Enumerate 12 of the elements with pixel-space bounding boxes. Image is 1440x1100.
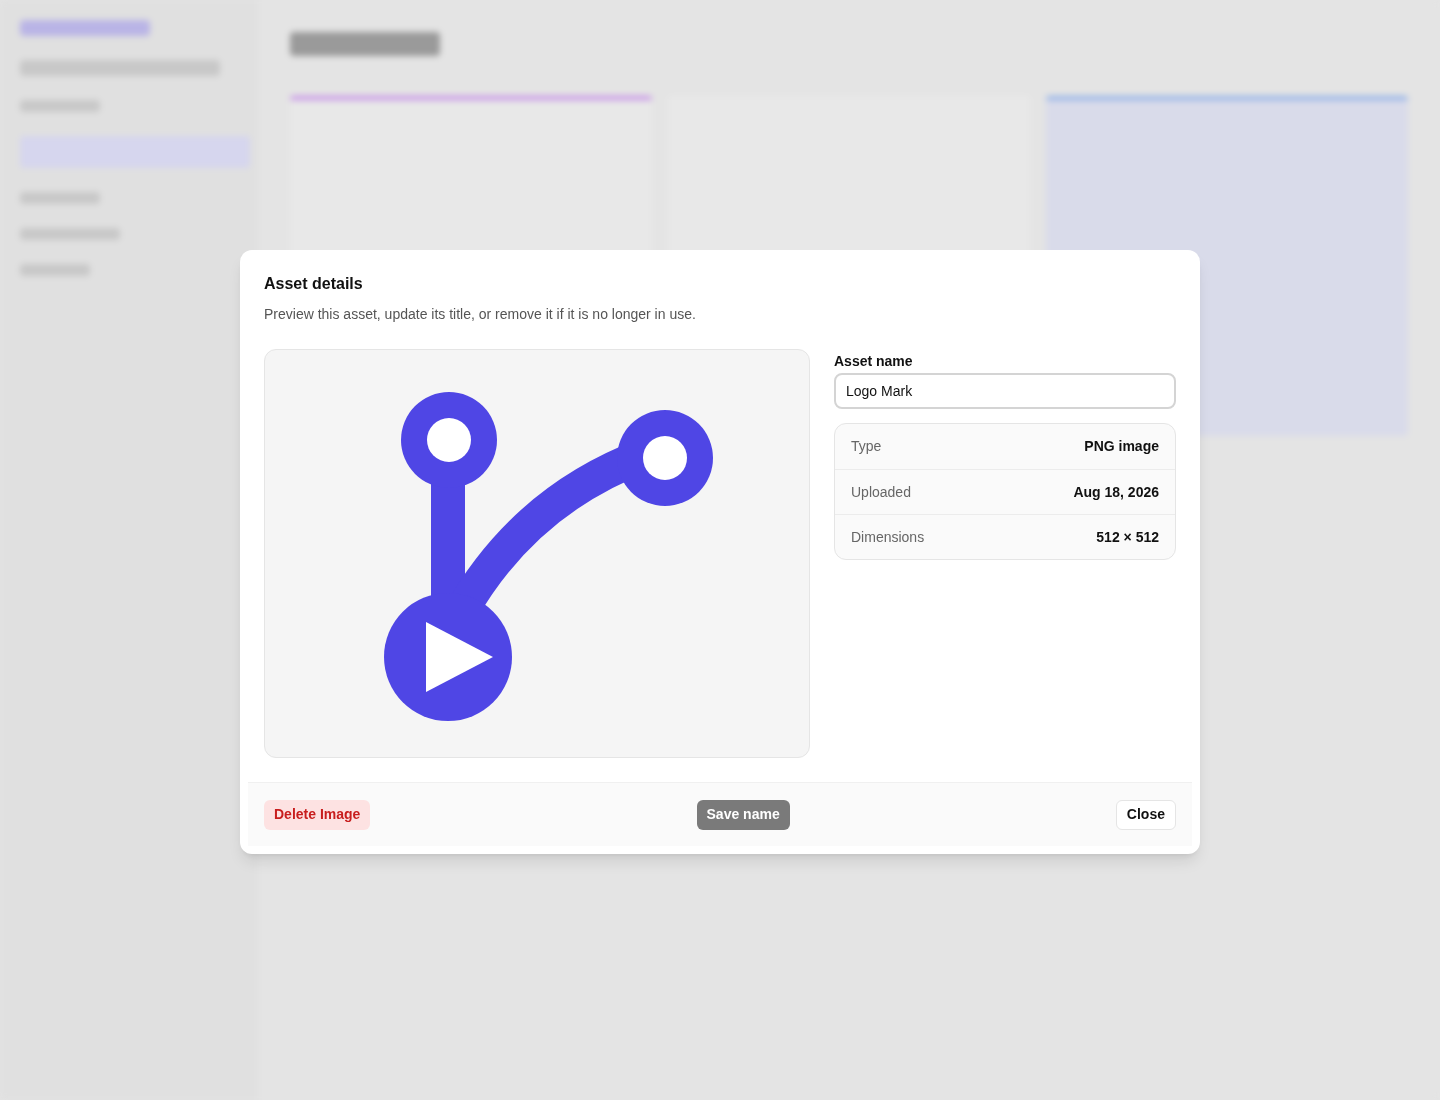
delete-button[interactable]: Delete Image xyxy=(264,799,371,830)
close-button[interactable]: Close xyxy=(1115,799,1176,830)
detail-value: 512 × 512 xyxy=(1096,527,1159,547)
detail-label: Type xyxy=(851,437,882,456)
detail-value: PNG image xyxy=(1084,437,1159,456)
dialog-title: Asset details xyxy=(264,274,364,294)
asset-name-field[interactable]: Logo Mark xyxy=(834,373,1176,409)
dialog-description: Preview this asset, update its title, or remove it if it is no longer in use. xyxy=(264,305,697,324)
detail-value: Aug 18, 2026 xyxy=(1073,482,1159,502)
detail-label: Uploaded xyxy=(851,482,911,502)
detail-label: Dimensions xyxy=(851,527,925,547)
field-label: Asset name xyxy=(834,352,914,371)
